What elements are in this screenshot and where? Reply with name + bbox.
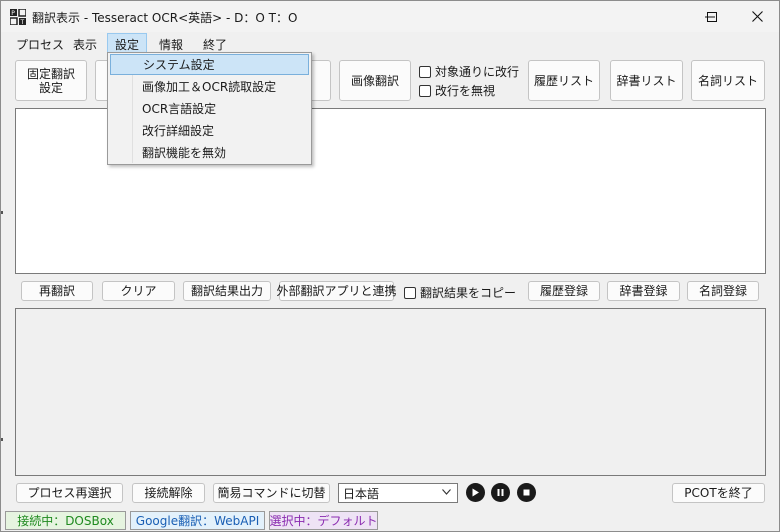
language-select[interactable]: 日本語: [338, 483, 458, 503]
chevron-down-icon: [442, 489, 451, 495]
history-list-button[interactable]: 履歴リスト: [528, 60, 600, 101]
register-dictionary-button[interactable]: 辞書登録: [607, 281, 680, 301]
checkbox-box[interactable]: [419, 84, 431, 97]
menu-view[interactable]: 表示: [66, 35, 104, 54]
title-bar[interactable]: P T 翻訳表示 - Tesseract OCR<英語> - D：O T：O: [1, 1, 779, 32]
menu-bar: プロセス 表示 設定 情報 終了: [1, 32, 779, 54]
checkbox-box[interactable]: [419, 65, 431, 78]
simple-command-button[interactable]: 簡易コマンドに切替: [213, 483, 330, 503]
reselect-process-button[interactable]: プロセス再選択: [16, 483, 123, 503]
register-history-button[interactable]: 履歴登録: [528, 281, 600, 301]
close-icon: [751, 11, 763, 22]
menu-item-disable-translation[interactable]: 翻訳機能を無効: [110, 142, 309, 163]
image-translation-button[interactable]: 画像翻訳: [339, 60, 411, 101]
app-logo-icon: P T: [9, 8, 27, 26]
menu-settings[interactable]: 設定: [107, 33, 148, 54]
stop-button[interactable]: [517, 483, 536, 502]
checkbox-label: 翻訳結果をコピー: [420, 286, 517, 300]
noun-list-button[interactable]: 名詞リスト: [691, 60, 765, 101]
menu-item-ocr-language-settings[interactable]: OCR言語設定: [110, 98, 309, 119]
play-button[interactable]: [466, 483, 485, 502]
checkbox-label: 対象通りに改行: [435, 65, 520, 79]
output-result-button[interactable]: 翻訳結果出力: [183, 281, 271, 301]
stop-icon: [523, 489, 530, 496]
splitter-grip: [1, 211, 3, 214]
retranslate-button[interactable]: 再翻訳: [21, 281, 93, 301]
pause-button[interactable]: [491, 483, 510, 502]
register-noun-button[interactable]: 名詞登録: [687, 281, 759, 301]
clear-button[interactable]: クリア: [102, 281, 175, 301]
menu-item-line-break-settings[interactable]: 改行詳細設定: [110, 120, 309, 141]
exit-pcot-button[interactable]: PCOTを終了: [672, 483, 765, 503]
svg-text:P: P: [11, 10, 15, 17]
external-app-button[interactable]: 外部翻訳アプリと連携: [277, 281, 397, 301]
checkbox-label: 改行を無視: [435, 84, 496, 98]
break-per-target-checkbox[interactable]: 対象通りに改行: [419, 63, 519, 80]
menu-item-system-settings[interactable]: システム設定: [110, 54, 309, 75]
settings-dropdown-menu: システム設定 画像加工＆OCR読取設定 OCR言語設定 改行詳細設定 翻訳機能を…: [107, 52, 312, 165]
menu-item-image-ocr-settings[interactable]: 画像加工＆OCR読取設定: [110, 76, 309, 97]
close-button[interactable]: [734, 1, 780, 32]
translation-text-area[interactable]: [15, 308, 766, 476]
disconnect-button[interactable]: 接続解除: [132, 483, 205, 503]
maximize-button[interactable]: [689, 1, 735, 32]
checkbox-box[interactable]: [404, 286, 416, 299]
play-icon: [472, 488, 479, 497]
pause-icon: [497, 489, 504, 496]
maximize-icon: [707, 11, 717, 22]
status-translator: Google翻訳：WebAPI: [130, 511, 265, 530]
fixed-translation-settings-button[interactable]: 固定翻訳 設定: [15, 60, 87, 101]
svg-text:T: T: [20, 19, 25, 25]
dictionary-list-button[interactable]: 辞書リスト: [610, 60, 683, 101]
copy-result-checkbox[interactable]: 翻訳結果をコピー: [404, 284, 516, 301]
splitter-grip: [1, 438, 3, 441]
language-select-value: 日本語: [343, 486, 380, 501]
status-connected: 接続中：DOSBox: [5, 511, 126, 530]
menu-process[interactable]: プロセス: [9, 35, 71, 54]
window-title: 翻訳表示 - Tesseract OCR<英語> - D：O T：O: [32, 11, 298, 25]
ignore-breaks-checkbox[interactable]: 改行を無視: [419, 82, 495, 99]
status-selected: 選択中：デフォルト: [269, 511, 378, 530]
